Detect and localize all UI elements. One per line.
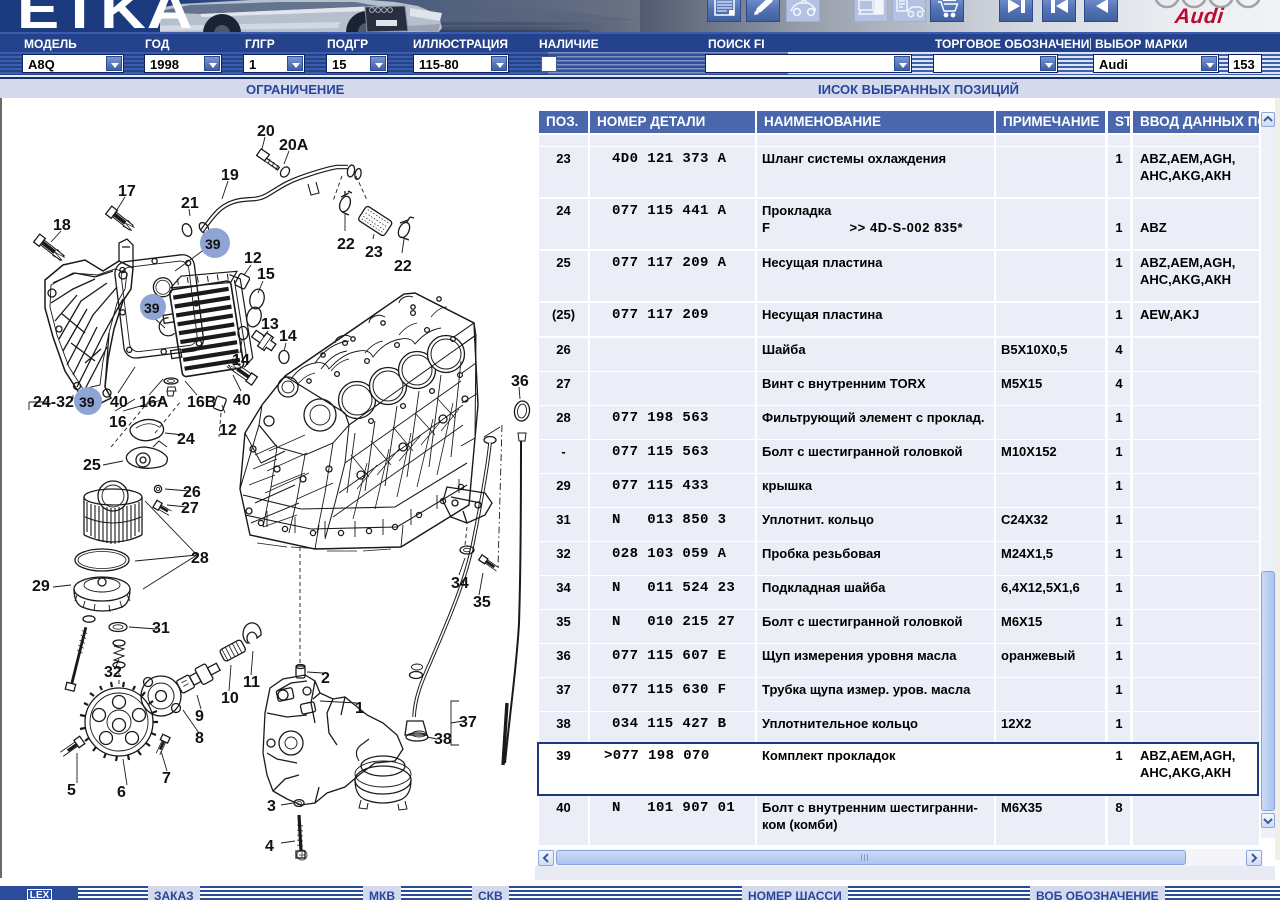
svg-text:7: 7 bbox=[162, 770, 171, 787]
svg-text:27: 27 bbox=[181, 500, 199, 517]
svg-text:36: 36 bbox=[511, 373, 529, 390]
svg-text:40: 40 bbox=[233, 392, 251, 409]
svg-text:6: 6 bbox=[117, 784, 126, 801]
svg-text:24-32: 24-32 bbox=[33, 394, 74, 411]
svg-text:14: 14 bbox=[279, 328, 297, 345]
svg-text:20: 20 bbox=[257, 123, 275, 140]
svg-text:25: 25 bbox=[83, 457, 101, 474]
svg-text:39: 39 bbox=[144, 300, 160, 316]
svg-text:1: 1 bbox=[355, 700, 364, 717]
svg-text:34: 34 bbox=[451, 575, 469, 592]
svg-text:31: 31 bbox=[152, 620, 170, 637]
svg-text:22: 22 bbox=[337, 236, 355, 253]
svg-text:10: 10 bbox=[221, 690, 239, 707]
svg-text:4: 4 bbox=[265, 838, 274, 855]
svg-text:17: 17 bbox=[118, 183, 136, 200]
svg-text:19: 19 bbox=[221, 167, 239, 184]
svg-text:11: 11 bbox=[243, 674, 260, 691]
svg-text:40: 40 bbox=[110, 394, 128, 411]
svg-text:38: 38 bbox=[434, 731, 452, 748]
svg-text:35: 35 bbox=[473, 594, 491, 611]
svg-text:13: 13 bbox=[261, 316, 279, 333]
svg-text:2: 2 bbox=[321, 670, 330, 687]
svg-text:8: 8 bbox=[195, 730, 204, 747]
svg-text:5: 5 bbox=[67, 782, 76, 799]
svg-text:37: 37 bbox=[459, 714, 477, 731]
svg-text:9: 9 bbox=[195, 708, 204, 725]
svg-text:15: 15 bbox=[257, 266, 275, 283]
svg-text:14: 14 bbox=[232, 352, 250, 369]
svg-text:12: 12 bbox=[244, 250, 262, 267]
svg-text:3: 3 bbox=[267, 798, 276, 815]
svg-text:23: 23 bbox=[365, 244, 383, 261]
svg-text:20A: 20A bbox=[279, 137, 309, 154]
svg-text:32: 32 bbox=[104, 664, 122, 681]
svg-text:12: 12 bbox=[219, 422, 237, 439]
svg-text:29: 29 bbox=[32, 578, 50, 595]
svg-text:16A: 16A bbox=[139, 394, 169, 411]
svg-text:16: 16 bbox=[109, 414, 127, 431]
svg-text:22: 22 bbox=[394, 258, 412, 275]
svg-text:18: 18 bbox=[53, 217, 71, 234]
svg-text:39: 39 bbox=[205, 236, 221, 252]
svg-text:26: 26 bbox=[183, 484, 201, 501]
svg-text:21: 21 bbox=[181, 195, 199, 212]
svg-text:24: 24 bbox=[177, 431, 195, 448]
svg-text:39: 39 bbox=[79, 394, 95, 410]
svg-text:16B: 16B bbox=[187, 394, 216, 411]
svg-text:28: 28 bbox=[191, 550, 209, 567]
